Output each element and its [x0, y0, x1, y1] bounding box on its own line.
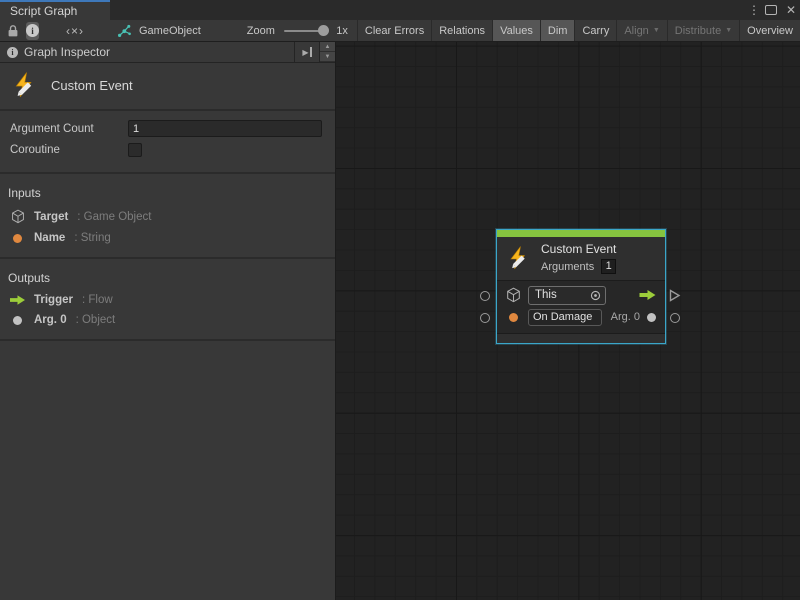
- event-name-input[interactable]: [528, 309, 602, 326]
- align-button[interactable]: Align ▼: [616, 20, 666, 41]
- close-icon[interactable]: ✕: [786, 3, 796, 17]
- node-header[interactable]: Custom Event Arguments 1: [497, 237, 665, 280]
- step-up-icon[interactable]: ▲: [320, 42, 335, 52]
- arg0-port-label: Arg. 0: [611, 311, 640, 323]
- object-dot-icon: [10, 316, 25, 325]
- lock-icon[interactable]: [7, 22, 19, 40]
- info-icon: i: [26, 24, 39, 37]
- values-button[interactable]: Values: [492, 20, 540, 41]
- outputs-section: Outputs Trigger : Flow Arg. 0 : Object: [0, 259, 335, 339]
- tab-strip: Script Graph ⋮ ✕: [0, 0, 800, 20]
- argument-count-input[interactable]: [128, 120, 322, 137]
- object-picker-icon[interactable]: [590, 290, 601, 301]
- gameobject-label: GameObject: [139, 25, 201, 37]
- event-color-bar: [497, 230, 665, 237]
- overview-button[interactable]: Overview: [739, 20, 800, 41]
- arguments-label: Arguments: [541, 261, 594, 273]
- code-preview-icon[interactable]: ‹×›: [66, 22, 84, 40]
- panel-stepper: ▲ ▼: [319, 42, 335, 62]
- outputs-heading: Outputs: [0, 264, 335, 290]
- graph-inspector-title: Graph Inspector: [24, 45, 110, 59]
- chevron-down-icon: ▼: [653, 27, 660, 34]
- toolbar-buttons: Clear Errors Relations Values Dim Carry …: [357, 20, 800, 41]
- inspector-toggle-button[interactable]: i: [26, 22, 39, 40]
- zoom-label: Zoom: [247, 25, 275, 37]
- zoom-slider-handle[interactable]: [318, 25, 329, 36]
- coroutine-label: Coroutine: [10, 144, 128, 156]
- graph-inspector-header: i Graph Inspector ▶ ▲ ▼: [0, 42, 335, 63]
- custom-event-icon: [507, 246, 531, 270]
- info-icon: i: [7, 47, 18, 58]
- custom-event-icon: [12, 72, 38, 98]
- string-dot-icon: [10, 234, 25, 243]
- zoom-value: 1x: [336, 25, 348, 37]
- input-port-row: Name : String: [0, 228, 335, 248]
- argument-count-label: Argument Count: [10, 123, 128, 135]
- zoom-slider[interactable]: [284, 30, 327, 32]
- input-port-target[interactable]: [480, 291, 490, 301]
- flow-arrow-icon: [10, 295, 25, 305]
- node-footer: [497, 333, 665, 343]
- output-port-row: Trigger : Flow: [0, 290, 335, 310]
- script-graph-icon: [117, 24, 132, 38]
- graph-inspector-panel: i Graph Inspector ▶ ▲ ▼ Custom Event: [0, 42, 336, 600]
- distribute-button[interactable]: Distribute ▼: [667, 20, 739, 41]
- carry-button[interactable]: Carry: [574, 20, 616, 41]
- gameobject-cube-icon: [506, 287, 521, 303]
- input-port-row: Target : Game Object: [0, 205, 335, 228]
- node-body: This: [497, 280, 665, 333]
- coroutine-checkbox[interactable]: [128, 143, 142, 157]
- inputs-heading: Inputs: [0, 179, 335, 205]
- gameobject-cube-icon: [10, 209, 25, 224]
- dim-button[interactable]: Dim: [540, 20, 575, 41]
- output-port-trigger[interactable]: [668, 289, 681, 302]
- trigger-flow-icon: [639, 290, 656, 300]
- chevron-down-icon: ▼: [725, 27, 732, 34]
- clear-errors-button[interactable]: Clear Errors: [357, 20, 431, 41]
- dock-icon: ▶: [302, 48, 308, 57]
- step-down-icon[interactable]: ▼: [320, 52, 335, 62]
- custom-event-node[interactable]: Custom Event Arguments 1 This: [496, 229, 666, 344]
- maximize-icon[interactable]: [765, 5, 777, 15]
- graph-toolbar: i ‹×› GameObject Zoom 1x Clear Errors Re…: [0, 20, 800, 42]
- graph-breadcrumb[interactable]: GameObject: [117, 24, 201, 38]
- arg0-dot-icon: [647, 313, 656, 322]
- arguments-count-field[interactable]: 1: [601, 259, 616, 274]
- window-controls: ⋮ ✕: [748, 0, 796, 20]
- output-port-row: Arg. 0 : Object: [0, 310, 335, 330]
- graph-canvas[interactable]: Custom Event Arguments 1 This: [336, 42, 800, 600]
- node-title: Custom Event: [541, 242, 616, 256]
- target-object-dropdown[interactable]: This: [528, 286, 606, 305]
- unit-title-row: Custom Event: [0, 63, 335, 109]
- dock-panel-button[interactable]: ▶: [295, 42, 319, 62]
- string-dot-icon: [506, 313, 521, 322]
- window-menu-icon[interactable]: ⋮: [748, 3, 756, 17]
- inputs-section: Inputs Target : Game Object Name : Strin…: [0, 174, 335, 257]
- input-port-name[interactable]: [480, 313, 490, 323]
- unit-title: Custom Event: [51, 78, 133, 93]
- tab-script-graph[interactable]: Script Graph: [0, 0, 110, 20]
- unit-settings: Argument Count Coroutine: [0, 111, 335, 172]
- relations-button[interactable]: Relations: [431, 20, 492, 41]
- output-port-arg0[interactable]: [670, 313, 680, 323]
